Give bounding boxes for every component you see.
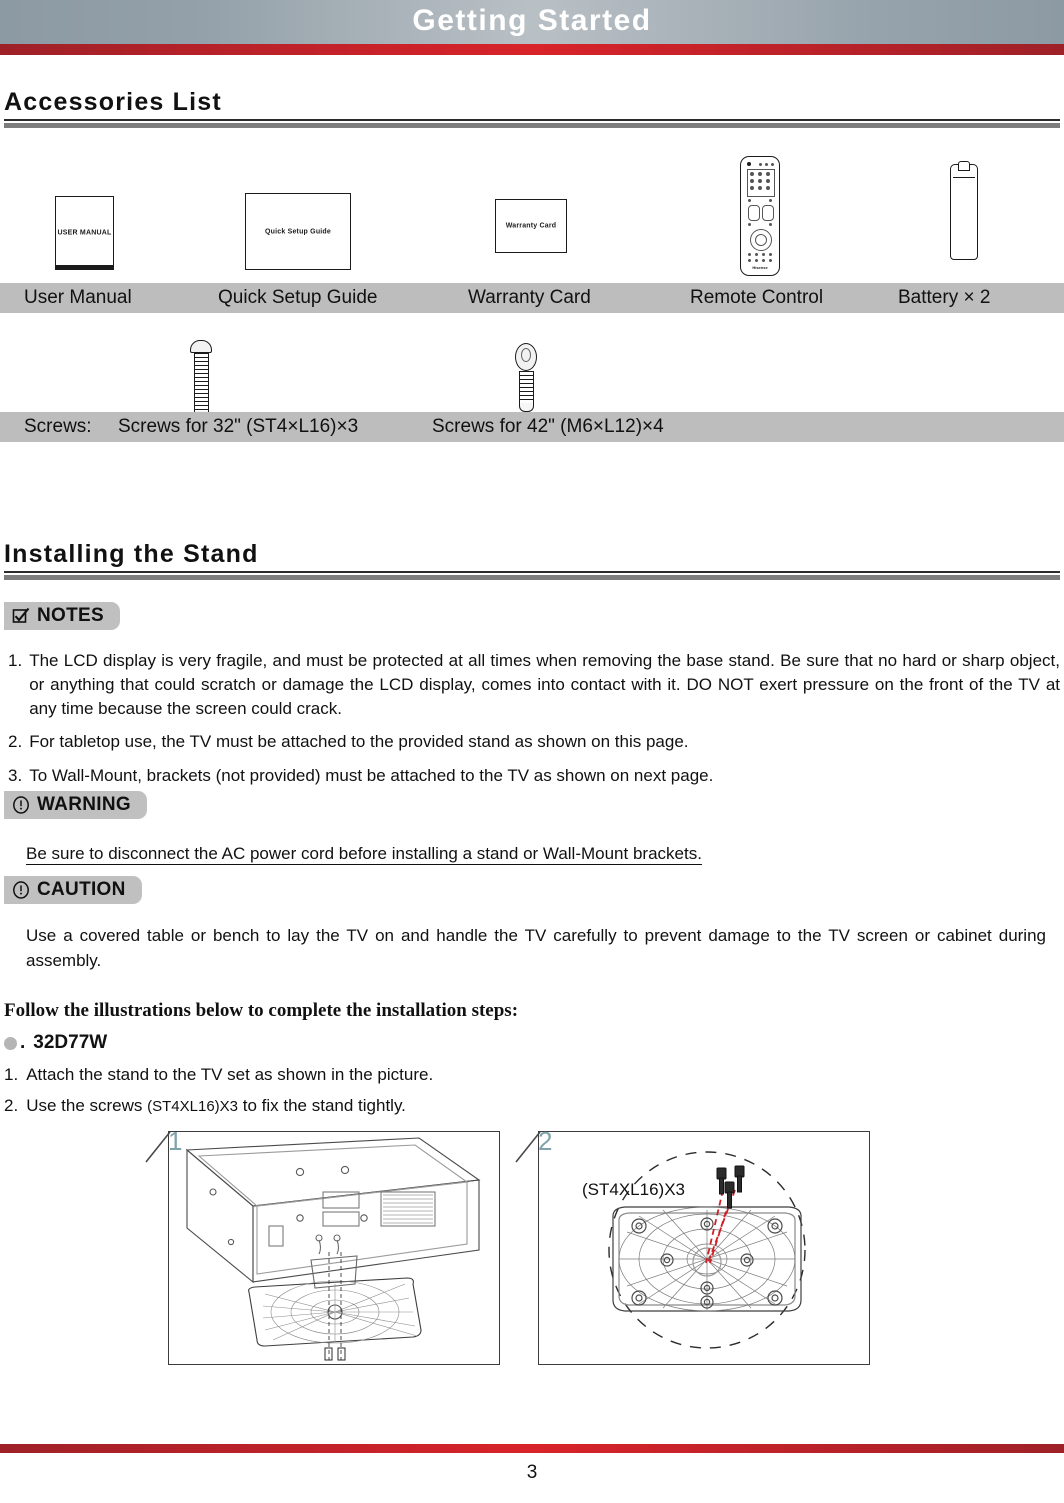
step-number: 2. <box>4 1096 19 1115</box>
warranty-cover-label: Warranty Card <box>505 222 557 230</box>
user-manual-cover-label: USER MANUAL <box>57 229 112 237</box>
caution-badge: CAUTION <box>4 876 142 904</box>
accessories-caption-band-2: Screws: Screws for 32" (ST4×L16)×3 Screw… <box>0 412 1064 442</box>
exclamation-circle-icon <box>12 881 30 899</box>
heading-rule-thick <box>4 123 1060 128</box>
illustration-number-1: 1 <box>168 1126 183 1156</box>
note-item: 3. To Wall-Mount, brackets (not provided… <box>8 764 1060 788</box>
accessory-label-battery: Battery × 2 <box>898 287 991 308</box>
illustration-frame-2 <box>538 1131 870 1365</box>
screw-thread <box>193 353 209 411</box>
accessory-label-warranty: Warranty Card <box>468 287 591 308</box>
illustration-2-caption: (ST4XL16)X3 <box>582 1180 685 1199</box>
accessory-figures-row1: USER MANUAL Quick Setup Guide Warranty C… <box>0 150 1064 278</box>
installation-steps-block: Follow the illustrations below to comple… <box>0 1000 1064 1116</box>
step-text-before: Use the screws <box>26 1096 148 1115</box>
stand-heading: Installing the Stand <box>4 540 259 568</box>
screw-head <box>515 343 537 371</box>
notes-list: 1. The LCD display is very fragile, and … <box>4 640 1060 788</box>
accessories-caption-band-1: User Manual Quick Setup Guide Warranty C… <box>0 283 1064 313</box>
bullet-dot-icon <box>4 1036 17 1050</box>
warning-text: Be sure to disconnect the AC power cord … <box>26 844 702 865</box>
note-number: 3. <box>8 765 23 785</box>
screw-thread <box>518 371 534 403</box>
note-item: 2. For tabletop use, the TV must be atta… <box>8 730 1060 754</box>
note-number: 2. <box>8 732 23 752</box>
exclamation-circle-icon <box>12 796 30 814</box>
page-title: Getting Started <box>412 4 652 37</box>
notes-badge-label: NOTES <box>37 605 104 626</box>
notes-badge: NOTES <box>4 602 120 630</box>
model-bullet-punct: . <box>20 1032 26 1053</box>
model-row: . 32D77W <box>4 1032 1064 1054</box>
heading-rule-thick <box>4 575 1060 580</box>
note-text: For tabletop use, the TV must be attache… <box>29 732 689 752</box>
battery-terminal <box>958 161 970 171</box>
step-screw-code: (ST4XL16)X3 <box>147 1098 239 1115</box>
note-item: 1. The LCD display is very fragile, and … <box>8 649 1060 721</box>
page-number: 3 <box>526 1462 538 1483</box>
accessories-section: Accessories List <box>0 88 1064 128</box>
accessory-label-user-manual: User Manual <box>24 287 132 308</box>
warning-text-wrap: Be sure to disconnect the AC power cord … <box>26 842 1046 867</box>
screws-32-inch-label: Screws for 32" (ST4×L16)×3 <box>118 416 359 437</box>
screws-row-label: Screws: <box>24 416 92 437</box>
remote-brand-label: Hisense <box>752 265 768 270</box>
footer-accent-rule <box>0 1444 1064 1453</box>
remote-control-figure: Hisense <box>740 156 780 276</box>
stand-section: Installing the Stand <box>0 540 1064 580</box>
step-text-wrap: Use the screws (ST4XL16)X3 to fix the st… <box>26 1096 406 1116</box>
battery-body <box>950 161 978 260</box>
step-text-after: to fix the stand tightly. <box>238 1096 406 1115</box>
warning-badge-label: WARNING <box>37 794 131 815</box>
follow-illustrations-heading: Follow the illustrations below to comple… <box>4 1000 519 1021</box>
quick-setup-cover-label: Quick Setup Guide <box>264 228 332 235</box>
checkbox-check-icon <box>12 607 30 625</box>
remote-body: Hisense <box>740 156 780 276</box>
warranty-card-figure: Warranty Card <box>495 199 567 253</box>
warning-badge: WARNING <box>4 791 147 819</box>
tv-stand-attach-diagram <box>185 1137 481 1361</box>
quick-setup-guide-figure: Quick Setup Guide <box>245 193 351 270</box>
illustration-number-2: 2 <box>538 1126 553 1156</box>
screws-42-inch-label: Screws for 42" (M6×L12)×4 <box>432 416 664 437</box>
caution-text: Use a covered table or bench to lay the … <box>26 926 1046 970</box>
screw-head <box>190 340 212 353</box>
screw-figures-row <box>0 335 1064 425</box>
illustration-frame-1 <box>168 1131 500 1365</box>
stand-screw-fix-diagram <box>608 1151 806 1349</box>
screw-m6xl12-figure <box>515 343 537 412</box>
note-number: 1. <box>8 651 23 670</box>
battery-ring <box>953 177 975 178</box>
note-text: The LCD display is very fragile, and mus… <box>29 651 1060 719</box>
step-text: Attach the stand to the TV set as shown … <box>26 1065 434 1084</box>
accessories-heading: Accessories List <box>4 88 222 116</box>
book-spine <box>56 265 113 269</box>
accessory-label-remote: Remote Control <box>690 287 824 308</box>
step-number: 1. <box>4 1065 19 1084</box>
model-name: 32D77W <box>33 1032 108 1053</box>
heading-rule-thin <box>4 119 1060 121</box>
header-accent-rule <box>0 44 1064 55</box>
heading-rule-thin <box>4 571 1060 573</box>
note-text: To Wall-Mount, brackets (not provided) m… <box>29 765 714 785</box>
user-manual-figure: USER MANUAL <box>55 196 114 270</box>
install-step: 2. Use the screws (ST4XL16)X3 to fix the… <box>4 1096 1064 1116</box>
battery-figure <box>950 161 978 260</box>
caution-badge-label: CAUTION <box>37 879 126 900</box>
install-step: 1. Attach the stand to the TV set as sho… <box>4 1065 1064 1085</box>
accessory-label-quick-setup: Quick Setup Guide <box>218 287 378 308</box>
screw-tip <box>518 403 534 412</box>
